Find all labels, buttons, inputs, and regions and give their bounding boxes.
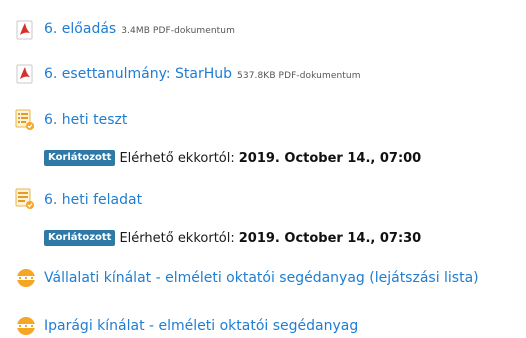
file-meta: 3.4MB PDF-dokumentum bbox=[121, 26, 235, 36]
activity-link[interactable]: Vállalati kínálat - elméleti oktatói seg… bbox=[44, 270, 479, 286]
quiz-icon bbox=[15, 109, 35, 130]
restriction-date: 2019. October 14., 07:30 bbox=[238, 230, 422, 246]
assignment-icon bbox=[15, 188, 35, 209]
availability-restriction: Korlátozott Elérhető ekkortól: 2019. Oct… bbox=[44, 150, 421, 166]
availability-restriction: Korlátozott Elérhető ekkortól: 2019. Oct… bbox=[44, 230, 421, 246]
restriction-date: 2019. October 14., 07:00 bbox=[238, 150, 422, 166]
restriction-label: Elérhető ekkortól: bbox=[119, 150, 235, 166]
restriction-label: Elérhető ekkortól: bbox=[119, 230, 235, 246]
file-meta: 537.8KB PDF-dokumentum bbox=[237, 71, 361, 81]
activity-link[interactable]: Iparági kínálat - elméleti oktatói segéd… bbox=[44, 318, 358, 334]
playlist-icon bbox=[15, 316, 35, 336]
restricted-badge: Korlátozott bbox=[44, 230, 116, 246]
playlist-icon bbox=[15, 268, 35, 288]
pdf-icon bbox=[15, 64, 35, 84]
activity-link[interactable]: 6. esettanulmány: StarHub 537.8KB PDF-dok… bbox=[44, 66, 361, 82]
activity-link[interactable]: 6. heti feladat bbox=[44, 192, 142, 208]
pdf-icon bbox=[15, 20, 35, 40]
activity-link[interactable]: 6. előadás 3.4MB PDF-dokumentum bbox=[44, 21, 235, 37]
activity-link[interactable]: 6. heti teszt bbox=[44, 112, 127, 128]
restricted-badge: Korlátozott bbox=[44, 150, 116, 166]
